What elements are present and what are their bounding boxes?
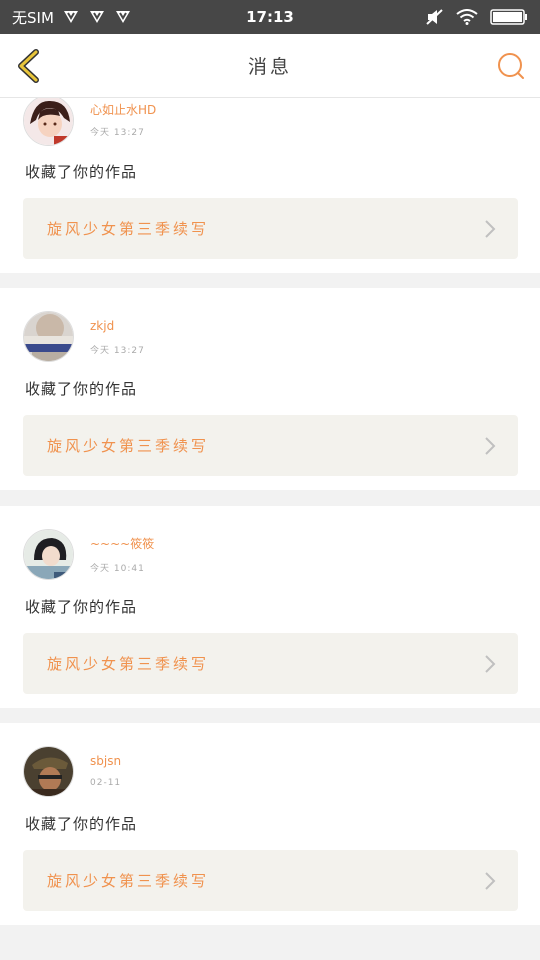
work-link[interactable]: 旋风少女第三季续写 xyxy=(23,198,518,259)
avatar[interactable] xyxy=(23,98,74,146)
app-notification-icon xyxy=(114,9,132,25)
clock: 17:13 xyxy=(246,8,294,26)
avatar[interactable] xyxy=(23,529,74,580)
avatar[interactable] xyxy=(23,746,74,797)
user-name[interactable]: zkjd xyxy=(90,319,114,333)
chevron-right-icon xyxy=(485,437,496,455)
notification-card: ~~~~筱筱 今天 10:41 收藏了你的作品 旋风少女第三季续写 xyxy=(0,506,540,708)
user-name[interactable]: sbjsn xyxy=(90,754,121,768)
header: 消息 xyxy=(0,34,540,98)
avatar[interactable] xyxy=(23,311,74,362)
chevron-right-icon xyxy=(485,872,496,890)
chevron-right-icon xyxy=(485,655,496,673)
action-text: 收藏了你的作品 xyxy=(25,380,138,398)
user-name[interactable]: 心如止水HD xyxy=(90,101,156,118)
notification-card: zkjd 今天 13:27 收藏了你的作品 旋风少女第三季续写 xyxy=(0,288,540,490)
post-time: 02-11 xyxy=(90,778,122,788)
action-text: 收藏了你的作品 xyxy=(25,598,138,616)
work-title: 旋风少女第三季续写 xyxy=(47,655,210,673)
work-title: 旋风少女第三季续写 xyxy=(47,872,210,890)
status-bar: 无SIM 17:13 xyxy=(0,0,540,34)
search-button[interactable] xyxy=(496,51,526,81)
work-link[interactable]: 旋风少女第三季续写 xyxy=(23,415,518,476)
work-title: 旋风少女第三季续写 xyxy=(47,437,210,455)
search-icon xyxy=(498,53,524,79)
page-title: 消息 xyxy=(247,56,292,78)
post-time: 今天 10:41 xyxy=(90,564,145,574)
app-notification-icon xyxy=(88,9,106,25)
post-time: 今天 13:27 xyxy=(90,346,145,356)
post-time: 今天 13:27 xyxy=(90,128,145,138)
carrier-label: 无SIM xyxy=(12,8,54,27)
back-button[interactable] xyxy=(14,48,44,84)
notification-card: sbjsn 02-11 收藏了你的作品 旋风少女第三季续写 xyxy=(0,723,540,925)
battery-icon xyxy=(490,9,528,25)
back-arrow-icon xyxy=(18,49,39,83)
chevron-right-icon xyxy=(485,220,496,238)
notification-card: 心如止水HD 今天 13:27 收藏了你的作品 旋风少女第三季续写 xyxy=(0,98,540,273)
user-name[interactable]: ~~~~筱筱 xyxy=(90,535,154,552)
action-text: 收藏了你的作品 xyxy=(25,163,138,181)
action-text: 收藏了你的作品 xyxy=(25,815,138,833)
work-link[interactable]: 旋风少女第三季续写 xyxy=(23,633,518,694)
app-notification-icon xyxy=(62,9,80,25)
notification-list: 心如止水HD 今天 13:27 收藏了你的作品 旋风少女第三季续写 zkjd 今… xyxy=(0,98,540,960)
work-link[interactable]: 旋风少女第三季续写 xyxy=(23,850,518,911)
wifi-icon xyxy=(456,9,478,25)
work-title: 旋风少女第三季续写 xyxy=(47,220,210,238)
mute-icon xyxy=(426,9,444,25)
